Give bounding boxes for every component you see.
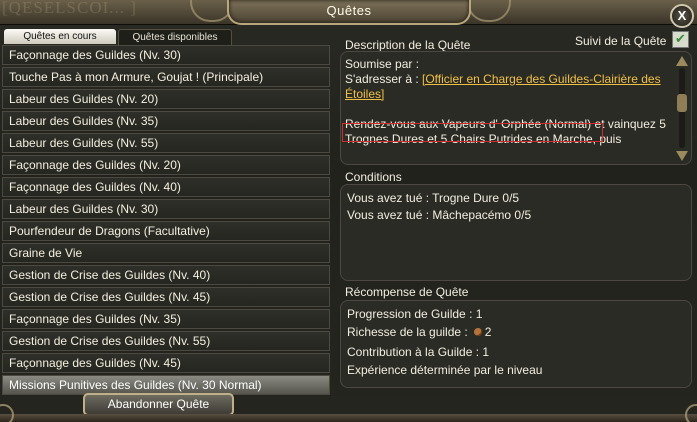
guild-wealth-label: Richesse de la guilde : — [347, 325, 468, 339]
quest-list-item[interactable]: Pourfendeur de Dragons (Facultative) — [2, 221, 330, 241]
quest-list-item[interactable]: Gestion de Crise des Guildes (Nv. 40) — [2, 265, 330, 285]
quest-list: Façonnage des Guildes (Nv. 30) Touche Pas… — [2, 45, 330, 395]
quest-list-item[interactable]: Gestion de Crise des Guildes (Nv. 45) — [2, 287, 330, 307]
abandon-quest-button[interactable]: Abandonner Quête — [83, 393, 234, 416]
description-title: Description de la Quête — [345, 38, 471, 52]
close-button[interactable]: X — [670, 4, 694, 28]
quest-list-item[interactable]: Labeur des Guildes (Nv. 30) — [2, 199, 330, 219]
tab-current-quests[interactable]: Quêtes en cours — [4, 29, 116, 44]
quest-list-item[interactable]: Labeur des Guildes (Nv. 35) — [2, 111, 330, 131]
tab-available-quests[interactable]: Quêtes disponibles — [118, 29, 232, 45]
quest-list-item[interactable]: Façonnage des Guildes (Nv. 20) — [2, 155, 330, 175]
reward-experience: Expérience déterminée par le niveau — [347, 363, 543, 377]
contact-prefix: S'adresser à : — [345, 72, 419, 86]
corner-ornament-left — [0, 404, 14, 422]
window-title: Quêtes — [326, 3, 372, 18]
condition-item: Vous avez tué : Trogne Dure 0/5 — [347, 191, 520, 205]
scroll-down-icon[interactable] — [676, 151, 688, 161]
track-quest-checkbox[interactable]: ✔ — [672, 31, 689, 48]
description-scrollbar[interactable] — [676, 56, 688, 161]
scroll-thumb[interactable] — [677, 94, 687, 112]
quest-list-item[interactable]: Façonnage des Guildes (Nv. 45) — [2, 353, 330, 373]
quest-list-item[interactable]: Labeur des Guildes (Nv. 20) — [2, 89, 330, 109]
quest-list-item[interactable]: Graine de Vie — [2, 243, 330, 263]
track-quest-label: Suivi de la Quête — [575, 34, 667, 48]
reward-guild-progress: Progression de Guilde : 1 — [347, 307, 483, 321]
coin-icon — [473, 328, 482, 336]
scroll-up-icon[interactable] — [676, 56, 688, 66]
bottom-frame — [0, 414, 697, 422]
quest-list-item[interactable]: Missions Punitives des Guildes (Nv. 30 N… — [2, 375, 330, 395]
checkmark-icon: ✔ — [675, 31, 686, 46]
submitted-by-label: Soumise par : — [345, 57, 420, 71]
quest-list-item[interactable]: Gestion de Crise des Guildes (Nv. 55) — [2, 331, 330, 351]
guild-wealth-value: 2 — [484, 325, 492, 339]
title-plate: Quêtes — [227, 0, 471, 25]
conditions-title: Conditions — [345, 170, 402, 184]
reward-guild-contribution: Contribution à la Guilde : 1 — [347, 345, 490, 359]
highlight-box — [342, 123, 603, 142]
quest-list-item[interactable]: Touche Pas à mon Armure, Goujat ! (Princ… — [2, 67, 330, 87]
quest-list-item[interactable]: Façonnage des Guildes (Nv. 40) — [2, 177, 330, 197]
condition-item: Vous avez tué : Mâchepacémo 0/5 — [347, 208, 532, 222]
reward-guild-wealth: Richesse de la guilde : 2 — [347, 325, 491, 339]
quest-list-item[interactable]: Façonnage des Guildes (Nv. 30) — [2, 45, 330, 65]
background-title-text: [QESELSCOI... ] — [2, 0, 137, 17]
corner-ornament-right — [685, 404, 697, 422]
rewards-title: Récompense de Quête — [345, 285, 469, 299]
quest-window: [QESELSCOI... ] Quêtes X Quêtes en cours… — [0, 0, 697, 422]
quest-list-item[interactable]: Façonnage des Guildes (Nv. 35) — [2, 309, 330, 329]
quest-list-item[interactable]: Labeur des Guildes (Nv. 55) — [2, 133, 330, 153]
